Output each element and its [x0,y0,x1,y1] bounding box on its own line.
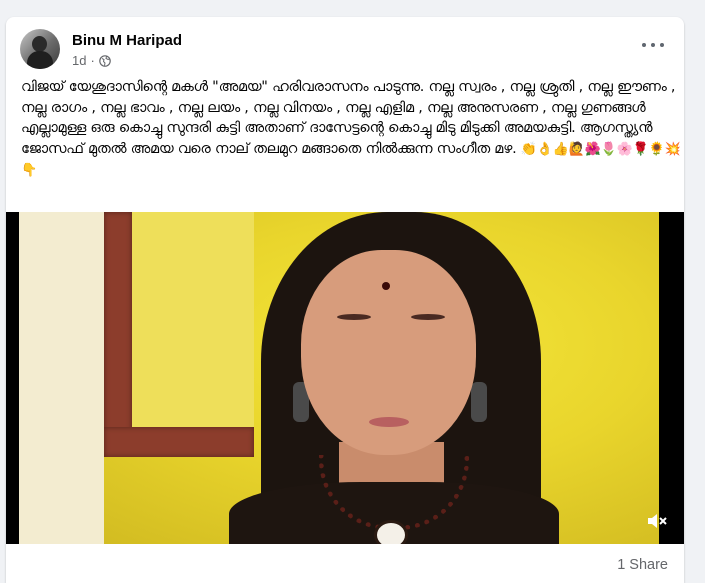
share-count[interactable]: 1 Share [617,557,668,573]
post-meta: 1d · [72,53,111,68]
post-card: Binu M Haripad 1d · വിജയ് യേശുദാസിന്റെ മ… [6,17,684,583]
video-player[interactable] [6,212,684,544]
volume-muted-icon[interactable] [646,512,668,530]
author-name[interactable]: Binu M Haripad [72,32,182,49]
timestamp[interactable]: 1d [72,53,86,68]
more-options-icon[interactable] [642,39,664,51]
post-text: വിജയ് യേശുദാസിന്റെ മകൾ "അമയ" ഹരിവരാസനം പ… [21,77,684,182]
globe-icon [99,54,111,67]
video-frame[interactable] [19,212,659,544]
avatar[interactable] [20,29,60,69]
separator-dot: · [90,53,95,68]
